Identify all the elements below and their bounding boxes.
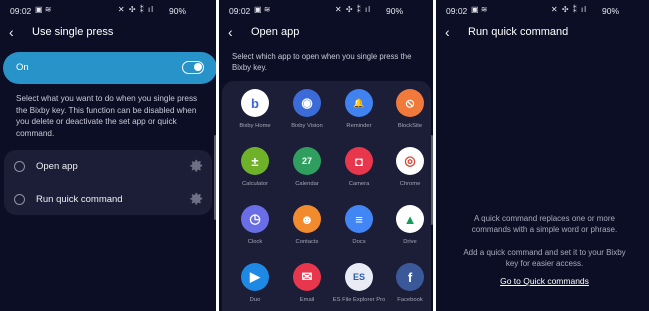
app-name: Email <box>299 297 315 303</box>
app-name: Drive <box>403 239 417 245</box>
docs-icon: ≡ <box>345 205 373 233</box>
battery-level: 90% <box>601 6 619 16</box>
app-grid: b Bixby Home ◉ Bixby Vision 🔔 Reminder ⦸ BlockS… <box>222 81 431 311</box>
app-item[interactable]: ± Calculator <box>230 147 280 203</box>
app-bar: ‹ Use single press <box>0 24 216 42</box>
app-item[interactable]: ≡ Docs <box>334 205 384 261</box>
app-item[interactable]: ▲ Drive <box>385 205 433 261</box>
description-text: Select which app to open when you single… <box>232 52 412 72</box>
back-icon[interactable]: ‹ <box>228 24 233 40</box>
calculator-icon: ± <box>241 147 269 175</box>
app-item[interactable]: ✉ Email <box>282 263 332 311</box>
app-item[interactable]: ◎ Chrome <box>385 147 433 203</box>
options-card: Open app Run quick command <box>4 150 212 215</box>
scrollbar-thumb[interactable] <box>214 135 216 220</box>
status-time: 09:02 <box>229 6 251 16</box>
app-name: ES File Explorer Pro <box>332 297 386 303</box>
app-name: Calculator <box>241 181 269 187</box>
app-item[interactable]: ⦸ BlockSite <box>385 89 433 145</box>
gear-icon[interactable] <box>189 158 204 173</box>
app-item[interactable]: ◘ Camera <box>334 147 384 203</box>
connectivity-icons: ✕ ✣ ⁑ ıl <box>334 5 371 14</box>
app-item[interactable]: 27 Calendar <box>282 147 332 203</box>
camera-icon: ◘ <box>345 147 373 175</box>
duo-icon: ▶ <box>241 263 269 291</box>
back-icon[interactable]: ‹ <box>445 24 450 40</box>
page-title: Use single press <box>32 26 114 38</box>
app-item[interactable]: f Facebook <box>385 263 433 311</box>
app-item[interactable]: ES ES File Explorer Pro <box>333 263 385 311</box>
app-bar: ‹ Run quick command <box>436 24 649 42</box>
battery-level: 90% <box>385 6 403 16</box>
option-open-app[interactable]: Open app <box>4 151 212 183</box>
page-title: Open app <box>251 26 300 38</box>
drive-icon: ▲ <box>396 205 424 233</box>
app-name: Reminder <box>346 123 372 129</box>
connectivity-icons: ✕ ✣ ⁑ ıl <box>117 5 154 14</box>
bixby-vision-icon: ◉ <box>293 89 321 117</box>
app-item[interactable]: 🔔 Reminder <box>334 89 384 145</box>
app-name: Bixby Vision <box>291 123 323 129</box>
screen-open-app: 09:02 ▣ ≋ ✕ ✣ ⁑ ıl 90% ‹ Open app Select… <box>219 0 433 311</box>
app-name: Chrome <box>399 181 421 187</box>
status-time: 09:02 <box>446 6 468 16</box>
app-item[interactable]: ◉ Bixby Vision <box>282 89 332 145</box>
status-bar: 09:02 ▣ ≋ ✕ ✣ ⁑ ıl 90% <box>436 4 649 18</box>
blocksite-icon: ⦸ <box>396 89 424 117</box>
option-label: Run quick command <box>36 194 123 205</box>
facebook-icon: f <box>396 263 424 291</box>
app-item[interactable]: ☻ Contacts <box>282 205 332 261</box>
app-name: Camera <box>348 181 370 187</box>
es-file-explorer-icon: ES <box>345 263 373 291</box>
app-name: Clock <box>247 239 263 245</box>
toggle-label: On <box>16 62 29 73</box>
app-item[interactable]: ◷ Clock <box>230 205 280 261</box>
empty-state-hint: Add a quick command and set it to your B… <box>463 248 626 268</box>
page-title: Run quick command <box>468 26 569 38</box>
notification-icons: ▣ ≋ <box>35 5 52 14</box>
email-icon: ✉ <box>293 263 321 291</box>
app-name: Bixby Home <box>239 123 271 129</box>
status-time: 09:02 <box>10 6 32 16</box>
empty-state-text: A quick command replaces one or more com… <box>471 214 618 234</box>
status-bar: 09:02 ▣ ≋ ✕ ✣ ⁑ ıl 90% <box>219 4 433 18</box>
app-item[interactable]: b Bixby Home <box>230 89 280 145</box>
chrome-icon: ◎ <box>396 147 424 175</box>
description-text: Select what you want to do when you sing… <box>16 94 198 138</box>
contacts-icon: ☻ <box>293 205 321 233</box>
battery-level: 90% <box>168 6 186 16</box>
status-bar: 09:02 ▣ ≋ ✕ ✣ ⁑ ıl 90% <box>0 4 216 18</box>
bixby-home-icon: b <box>241 89 269 117</box>
app-bar: ‹ Open app <box>219 24 433 42</box>
reminder-icon: 🔔 <box>345 89 373 117</box>
radio-button[interactable] <box>14 194 25 205</box>
option-label: Open app <box>36 161 78 172</box>
notification-icons: ▣ ≋ <box>254 5 271 14</box>
screen-run-quick-command: 09:02 ▣ ≋ ✕ ✣ ⁑ ıl 90% ‹ Run quick comma… <box>436 0 649 311</box>
switch-knob <box>194 63 202 71</box>
app-name: BlockSite <box>397 123 423 129</box>
radio-button[interactable] <box>14 161 25 172</box>
go-to-quick-commands-link[interactable]: Go to Quick commands <box>458 276 631 286</box>
master-toggle-bar[interactable]: On <box>3 52 216 84</box>
app-name: Facebook <box>397 297 423 303</box>
app-name: Calendar <box>295 181 319 187</box>
notification-icons: ▣ ≋ <box>471 5 488 14</box>
calendar-icon: 27 <box>293 147 321 175</box>
connectivity-icons: ✕ ✣ ⁑ ıl <box>550 5 587 14</box>
screen-use-single-press: 09:02 ▣ ≋ ✕ ✣ ⁑ ıl 90% ‹ Use single pres… <box>0 0 216 311</box>
app-name: Docs <box>352 239 366 245</box>
option-run-quick-command[interactable]: Run quick command <box>4 184 212 216</box>
toggle-switch[interactable] <box>182 61 204 74</box>
scrollbar-thumb[interactable] <box>431 135 433 225</box>
app-name: Contacts <box>295 239 319 245</box>
app-name: Duo <box>249 297 261 303</box>
clock-icon: ◷ <box>241 205 269 233</box>
gear-icon[interactable] <box>189 191 204 206</box>
app-item[interactable]: ▶ Duo <box>230 263 280 311</box>
back-icon[interactable]: ‹ <box>9 24 14 40</box>
